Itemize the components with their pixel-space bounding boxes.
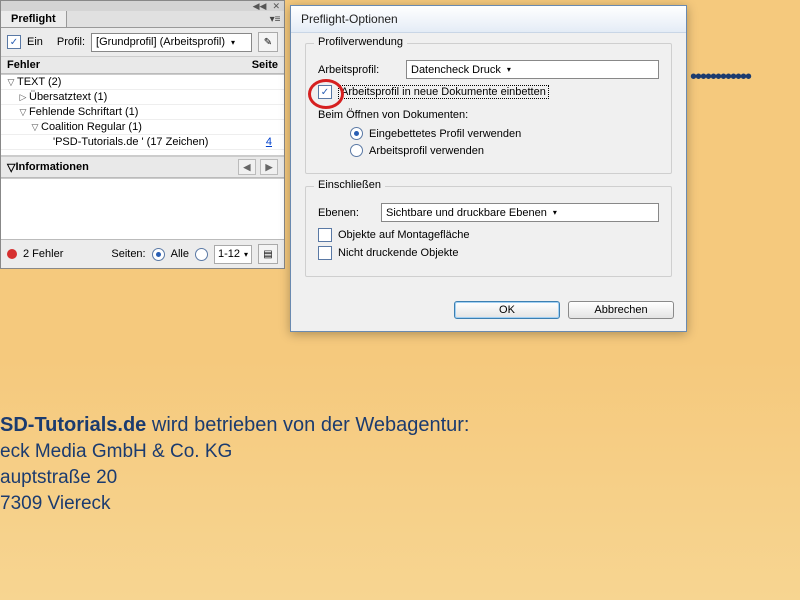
cancel-button[interactable]: Abbrechen bbox=[568, 301, 674, 319]
nonprinting-row: Nicht druckende Objekte bbox=[318, 246, 659, 260]
pasteboard-checkbox[interactable] bbox=[318, 228, 332, 242]
error-status-icon bbox=[7, 249, 17, 259]
tree-label: Coalition Regular (1) bbox=[41, 121, 142, 133]
embed-profile-label: Arbeitsprofil in neue Dokumente einbette… bbox=[338, 85, 549, 99]
next-button[interactable]: ▶ bbox=[260, 159, 278, 175]
work-profile-row: Arbeitsprofil: Datencheck Druck ▾ bbox=[318, 60, 659, 79]
errors-header: Fehler Seite bbox=[1, 56, 284, 74]
layers-label: Ebenen: bbox=[318, 207, 373, 219]
use-embedded-row: Eingebettetes Profil verwenden bbox=[350, 127, 659, 140]
use-embedded-label: Eingebettetes Profil verwenden bbox=[369, 128, 521, 140]
work-profile-value: Datencheck Druck bbox=[411, 64, 501, 76]
footer-line-3: auptstraße 20 bbox=[0, 467, 469, 489]
preflight-options-dialog: Preflight-Optionen Profilverwendung Arbe… bbox=[290, 5, 687, 332]
footer-line-1: SD-Tutorials.de wird betrieben von der W… bbox=[0, 414, 469, 437]
on-open-label: Beim Öffnen von Dokumenten: bbox=[318, 109, 659, 121]
use-work-profile-label: Arbeitsprofil verwenden bbox=[369, 145, 484, 157]
footer-text: SD-Tutorials.de wird betrieben von der W… bbox=[0, 400, 469, 529]
page-column-label: Seite bbox=[252, 59, 278, 71]
tree-row[interactable]: ▷ Übersatztext (1) bbox=[1, 90, 284, 105]
info-header[interactable]: ▽ Informationen ◀ ▶ bbox=[1, 156, 284, 178]
panel-toolbar: Ein Profil: [Grundprofil] (Arbeitsprofil… bbox=[1, 28, 284, 56]
info-label: Informationen bbox=[15, 161, 88, 173]
chevron-down-icon: ▾ bbox=[231, 38, 235, 47]
embed-profile-checkbox[interactable] bbox=[318, 85, 332, 99]
pages-range-radio[interactable] bbox=[195, 248, 208, 261]
pages-all-label: Alle bbox=[171, 248, 189, 260]
close-icon[interactable]: ✕ bbox=[272, 1, 280, 12]
chevron-down-icon: ▾ bbox=[244, 250, 248, 259]
work-profile-label: Arbeitsprofil: bbox=[318, 64, 398, 76]
use-work-profile-row: Arbeitsprofil verwenden bbox=[350, 144, 659, 157]
profile-dropdown[interactable]: [Grundprofil] (Arbeitsprofil) ▾ bbox=[91, 33, 252, 52]
include-group: Einschließen Ebenen: Sichtbare und druck… bbox=[305, 186, 672, 277]
errors-label: Fehler bbox=[7, 59, 40, 71]
pasteboard-row: Objekte auf Montagefläche bbox=[318, 228, 659, 242]
use-embedded-radio[interactable] bbox=[350, 127, 363, 140]
dialog-title: Preflight-Optionen bbox=[291, 6, 686, 33]
edit-profile-button[interactable]: ✎ bbox=[258, 32, 278, 52]
panel-topbar: ◀◀ ✕ bbox=[1, 1, 284, 11]
tab-preflight[interactable]: Preflight bbox=[1, 11, 67, 27]
panel-menu-button[interactable]: ▾≡ bbox=[266, 11, 284, 27]
collapse-icon[interactable]: ◀◀ bbox=[253, 1, 267, 12]
disclosure-open-icon[interactable]: ▽ bbox=[17, 107, 29, 118]
panel-footer: 2 Fehler Seiten: Alle 1-12 ▾ ▤ bbox=[1, 239, 284, 268]
panel-action-button[interactable]: ▤ bbox=[258, 244, 278, 264]
disclosure-closed-icon[interactable]: ▷ bbox=[17, 92, 29, 103]
disclosure-open-icon[interactable]: ▽ bbox=[29, 122, 41, 133]
menu-icon: ▾≡ bbox=[270, 14, 281, 25]
info-body bbox=[1, 178, 284, 239]
pages-range-input[interactable]: 1-12 ▾ bbox=[214, 245, 252, 264]
footer-brand: SD-Tutorials.de bbox=[0, 414, 146, 436]
tree-label: 'PSD-Tutorials.de ' (17 Zeichen) bbox=[53, 136, 208, 148]
preflight-panel: ◀◀ ✕ Preflight ▾≡ Ein Profil: [Grundprof… bbox=[0, 0, 285, 269]
page-link[interactable]: 4 bbox=[266, 136, 280, 148]
pasteboard-label: Objekte auf Montagefläche bbox=[338, 229, 469, 241]
chevron-down-icon: ▾ bbox=[553, 208, 557, 217]
footer-line-4: 7309 Viereck bbox=[0, 493, 469, 515]
layers-value: Sichtbare und druckbare Ebenen bbox=[386, 207, 547, 219]
pages-label: Seiten: bbox=[111, 248, 145, 260]
error-tree: ▽ TEXT (2) ▷ Übersatztext (1) ▽ Fehlende… bbox=[1, 74, 284, 156]
dialog-buttons: OK Abbrechen bbox=[291, 293, 686, 331]
embed-profile-row: Arbeitsprofil in neue Dokumente einbette… bbox=[318, 85, 659, 99]
decorative-dots: •••••••••••• bbox=[690, 66, 750, 89]
disclosure-open-icon[interactable]: ▽ bbox=[5, 77, 17, 88]
group-legend: Profilverwendung bbox=[314, 36, 407, 48]
prev-button[interactable]: ◀ bbox=[238, 159, 256, 175]
pages-all-radio[interactable] bbox=[152, 248, 165, 261]
profile-label: Profil: bbox=[57, 36, 85, 48]
nonprinting-checkbox[interactable] bbox=[318, 246, 332, 260]
profile-value: [Grundprofil] (Arbeitsprofil) bbox=[96, 36, 225, 48]
ok-button[interactable]: OK bbox=[454, 301, 560, 319]
tree-row[interactable]: 'PSD-Tutorials.de ' (17 Zeichen) 4 bbox=[1, 135, 284, 150]
info-nav: ◀ ▶ bbox=[238, 159, 278, 175]
enable-checkbox[interactable] bbox=[7, 35, 21, 49]
enable-label: Ein bbox=[27, 36, 43, 48]
error-count: 2 Fehler bbox=[23, 248, 63, 260]
tree-label: Übersatztext (1) bbox=[29, 91, 107, 103]
tree-label: Fehlende Schriftart (1) bbox=[29, 106, 138, 118]
chevron-down-icon: ▾ bbox=[507, 65, 511, 74]
profile-usage-group: Profilverwendung Arbeitsprofil: Datenche… bbox=[305, 43, 672, 174]
tree-label: TEXT (2) bbox=[17, 76, 61, 88]
tree-row[interactable]: ▽ Coalition Regular (1) bbox=[1, 120, 284, 135]
disclosure-open-icon[interactable]: ▽ bbox=[7, 161, 15, 174]
layers-dropdown[interactable]: Sichtbare und druckbare Ebenen ▾ bbox=[381, 203, 659, 222]
pages-range-value: 1-12 bbox=[218, 248, 240, 260]
group-legend: Einschließen bbox=[314, 179, 385, 191]
dialog-body: Profilverwendung Arbeitsprofil: Datenche… bbox=[291, 33, 686, 293]
work-profile-dropdown[interactable]: Datencheck Druck ▾ bbox=[406, 60, 659, 79]
tree-row-root[interactable]: ▽ TEXT (2) bbox=[1, 75, 284, 90]
tree-row[interactable]: ▽ Fehlende Schriftart (1) bbox=[1, 105, 284, 120]
footer-rest: wird betrieben von der Webagentur: bbox=[146, 414, 469, 436]
footer-line-2: eck Media GmbH & Co. KG bbox=[0, 441, 469, 463]
use-work-profile-radio[interactable] bbox=[350, 144, 363, 157]
layers-row: Ebenen: Sichtbare und druckbare Ebenen ▾ bbox=[318, 203, 659, 222]
panel-tabs: Preflight ▾≡ bbox=[1, 11, 284, 28]
nonprinting-label: Nicht druckende Objekte bbox=[338, 247, 458, 259]
